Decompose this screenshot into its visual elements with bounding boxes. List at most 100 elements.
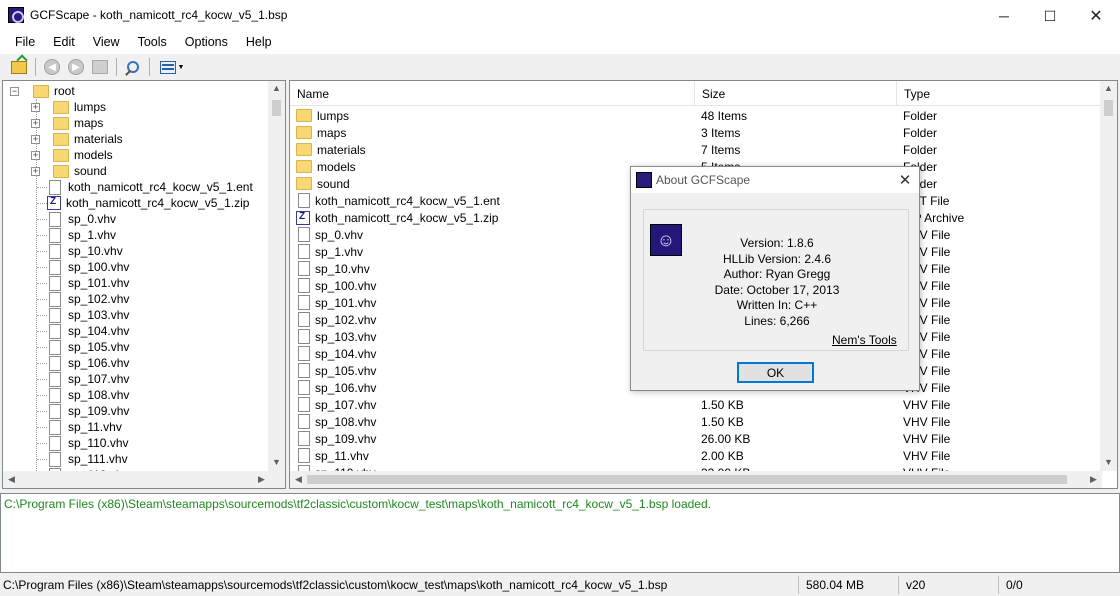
about-author: Author: Ryan Gregg <box>723 267 831 281</box>
tree-item-file[interactable]: sp_107.vhv <box>37 371 129 387</box>
tree-item-file[interactable]: sp_106.vhv <box>37 355 129 371</box>
tree-item-file[interactable]: sp_104.vhv <box>37 323 129 339</box>
tree-guide-line <box>37 362 47 364</box>
tree-item-models[interactable]: + models <box>31 147 113 163</box>
list-row[interactable]: sp_107.vhv 1.50 KB VHV File <box>290 396 1102 413</box>
minimize-button[interactable]: ─ <box>981 0 1027 32</box>
tree-item-file[interactable]: sp_11.vhv <box>37 419 122 435</box>
folder-icon <box>296 126 312 139</box>
scroll-down-icon[interactable]: ▼ <box>1100 457 1117 467</box>
menu-view[interactable]: View <box>84 32 129 54</box>
list-row[interactable]: sp_11.vhv 2.00 KB VHV File <box>290 447 1102 464</box>
expand-icon[interactable]: + <box>31 134 40 144</box>
tree-horizontal-scrollbar[interactable]: ◀ ▶ <box>3 471 285 488</box>
nems-tools-link[interactable]: Nem's Tools <box>832 333 897 347</box>
scroll-up-icon[interactable]: ▲ <box>268 83 285 93</box>
tree-item-root[interactable]: − root <box>10 83 75 99</box>
tree-guide-line <box>37 410 47 412</box>
log-console[interactable]: C:\Program Files (x86)\Steam\steamapps\s… <box>0 493 1120 573</box>
list-row[interactable]: sp_108.vhv 1.50 KB VHV File <box>290 413 1102 430</box>
tree-item-file[interactable]: sp_1.vhv <box>37 227 116 243</box>
expand-icon[interactable]: + <box>31 102 40 112</box>
collapse-icon[interactable]: − <box>10 86 19 96</box>
list-cell-name: sp_104.vhv <box>296 345 376 362</box>
tree-vertical-scrollbar[interactable]: ▲ ▼ <box>268 81 285 471</box>
tree-item-file[interactable]: sp_100.vhv <box>37 259 129 275</box>
tree-item-maps[interactable]: + maps <box>31 115 103 131</box>
tree-item-file[interactable]: sp_101.vhv <box>37 275 129 291</box>
open-button[interactable] <box>8 56 30 78</box>
view-button[interactable]: ▼ <box>155 56 189 78</box>
tree-item-file[interactable]: koth_namicott_rc4_kocw_v5_1.ent <box>37 179 253 195</box>
expand-icon[interactable]: + <box>31 150 40 160</box>
forward-button[interactable]: ▶ <box>65 56 87 78</box>
menu-tools[interactable]: Tools <box>129 32 176 54</box>
up-button[interactable] <box>89 56 111 78</box>
tree-item-file[interactable]: sp_10.vhv <box>37 243 123 259</box>
list-cell-name: sp_105.vhv <box>296 362 376 379</box>
scroll-right-icon[interactable]: ▶ <box>1085 474 1102 485</box>
list-cell-name-text: sound <box>317 176 350 191</box>
log-message: C:\Program Files (x86)\Steam\steamapps\s… <box>4 497 711 511</box>
view-icon <box>159 60 176 74</box>
status-divider <box>998 576 999 594</box>
expand-icon[interactable]: + <box>31 118 40 128</box>
tree-guide-line <box>37 442 47 444</box>
menu-bar: File Edit View Tools Options Help <box>0 32 1120 54</box>
tree-item-file[interactable]: sp_110.vhv <box>37 435 129 451</box>
scroll-thumb[interactable] <box>307 475 1067 484</box>
tree-guide-line <box>37 346 47 348</box>
list-row[interactable]: sp_109.vhv 26.00 KB VHV File <box>290 430 1102 447</box>
file-icon <box>49 355 61 371</box>
tree-item-file[interactable]: sp_109.vhv <box>37 403 129 419</box>
menu-edit[interactable]: Edit <box>44 32 84 54</box>
list-row[interactable]: lumps 48 Items Folder <box>290 107 1102 124</box>
back-button[interactable]: ◀ <box>41 56 63 78</box>
list-cell-name: sp_103.vhv <box>296 328 376 345</box>
tree-item-lumps[interactable]: + lumps <box>31 99 106 115</box>
column-header-type[interactable]: Type <box>897 81 1102 106</box>
tree-item-sound[interactable]: + sound <box>31 163 107 179</box>
ok-button[interactable]: OK <box>737 362 814 383</box>
tree-item-file[interactable]: sp_103.vhv <box>37 307 129 323</box>
scroll-left-icon[interactable]: ◀ <box>290 474 307 485</box>
file-icon <box>298 227 310 242</box>
tree-item-file[interactable]: sp_105.vhv <box>37 339 129 355</box>
folder-tree[interactable]: − root + lumps + maps + materials + models + sound k… <box>2 80 286 489</box>
tree-item-file[interactable]: sp_0.vhv <box>37 211 116 227</box>
scroll-left-icon[interactable]: ◀ <box>3 474 20 485</box>
list-vertical-scrollbar[interactable]: ▲ ▼ <box>1100 81 1117 471</box>
tree-item-file[interactable]: sp_111.vhv <box>37 451 128 467</box>
menu-file[interactable]: File <box>6 32 44 54</box>
tree-item-file[interactable]: koth_namicott_rc4_kocw_v5_1.zip <box>37 195 249 211</box>
menu-help[interactable]: Help <box>237 32 281 54</box>
list-row[interactable]: materials 7 Items Folder <box>290 141 1102 158</box>
column-header-name[interactable]: Name <box>290 81 695 106</box>
list-cell-type: VHV File <box>903 398 951 412</box>
list-horizontal-scrollbar[interactable]: ◀ ▶ <box>290 471 1102 488</box>
close-button[interactable]: ✕ <box>1073 0 1119 32</box>
scroll-thumb[interactable] <box>1104 100 1113 116</box>
dialog-close-button[interactable]: ✕ <box>893 169 917 191</box>
tree-item-label: koth_namicott_rc4_kocw_v5_1.ent <box>68 180 253 194</box>
tree-guide-line <box>37 458 47 460</box>
list-row[interactable]: maps 3 Items Folder <box>290 124 1102 141</box>
maximize-button[interactable]: ☐ <box>1027 0 1073 32</box>
tree-item-materials[interactable]: + materials <box>31 131 123 147</box>
gcfscape-app-icon <box>8 7 24 23</box>
tree-item-label: models <box>74 148 113 162</box>
menu-options[interactable]: Options <box>176 32 237 54</box>
expand-icon[interactable]: + <box>31 166 40 176</box>
file-icon <box>49 451 61 467</box>
scroll-thumb[interactable] <box>272 100 281 116</box>
scroll-down-icon[interactable]: ▼ <box>268 457 285 467</box>
list-cell-name: maps <box>296 124 346 141</box>
list-cell-name-text: sp_108.vhv <box>315 414 377 429</box>
find-button[interactable] <box>122 56 144 78</box>
column-header-size[interactable]: Size <box>695 81 897 106</box>
file-icon <box>298 329 310 344</box>
scroll-right-icon[interactable]: ▶ <box>253 474 270 485</box>
scroll-up-icon[interactable]: ▲ <box>1100 83 1117 93</box>
tree-item-file[interactable]: sp_108.vhv <box>37 387 129 403</box>
tree-item-file[interactable]: sp_102.vhv <box>37 291 129 307</box>
